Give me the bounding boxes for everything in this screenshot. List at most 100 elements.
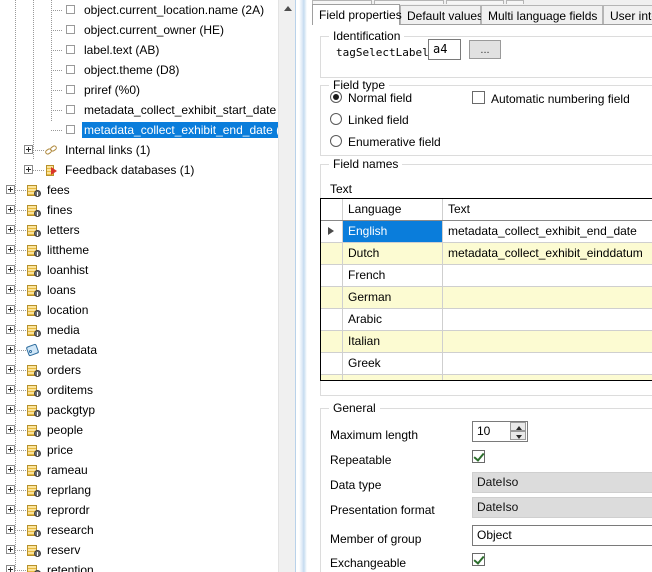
cell-text[interactable]: [443, 265, 652, 286]
spinner-maximum-length[interactable]: [510, 422, 526, 441]
expand-icon[interactable]: [6, 545, 15, 554]
expand-icon[interactable]: [6, 285, 15, 294]
tree-row[interactable]: label.text (AB): [0, 40, 295, 60]
tree-row[interactable]: rameau: [0, 460, 295, 480]
field-checkbox[interactable]: [66, 65, 75, 74]
tree-row[interactable]: letters: [0, 220, 295, 240]
expand-icon[interactable]: [24, 165, 33, 174]
expand-icon[interactable]: [6, 445, 15, 454]
expand-icon[interactable]: [6, 305, 15, 314]
expand-icon[interactable]: [6, 225, 15, 234]
table-row[interactable]: English metadata_collect_exhibit_end_date: [321, 221, 652, 243]
tree-row[interactable]: littheme: [0, 240, 295, 260]
expand-icon[interactable]: [6, 245, 15, 254]
table-row[interactable]: Arabic: [321, 309, 652, 331]
tab-user-interface[interactable]: User interfa: [603, 5, 652, 25]
table-row[interactable]: Greek: [321, 353, 652, 375]
cell-text[interactable]: metadata_collect_exhibit_end_date: [443, 221, 652, 242]
tree-row[interactable]: research: [0, 520, 295, 540]
cell-language[interactable]: Greek: [343, 353, 443, 374]
cell-text[interactable]: [443, 331, 652, 352]
tag-select-label-input[interactable]: a4: [428, 39, 461, 60]
tree-row[interactable]: Internal links (1): [0, 140, 295, 160]
field-checkbox[interactable]: [66, 105, 75, 114]
cell-text[interactable]: [443, 309, 652, 330]
tree-row[interactable]: fines: [0, 200, 295, 220]
field-checkbox[interactable]: [66, 5, 75, 14]
field-checkbox[interactable]: [66, 125, 75, 134]
tree-row[interactable]: metadata_collect_exhibit_end_date (a4): [0, 120, 295, 140]
expand-icon[interactable]: [6, 525, 15, 534]
table-row[interactable]: French: [321, 265, 652, 287]
radio-enumerative-field[interactable]: [330, 135, 342, 147]
tree-row[interactable]: price: [0, 440, 295, 460]
tree-row[interactable]: packgtyp: [0, 400, 295, 420]
expand-icon[interactable]: [6, 465, 15, 474]
cell-text[interactable]: metadata_collect_exhibit_einddatum: [443, 243, 652, 264]
tree-row[interactable]: metadata_collect_exhibit_start_date (a3): [0, 100, 295, 120]
tree-row[interactable]: loans: [0, 280, 295, 300]
radio-normal-field[interactable]: [330, 91, 342, 103]
tree-row[interactable]: location: [0, 300, 295, 320]
tree-row[interactable]: orditems: [0, 380, 295, 400]
field-names-grid[interactable]: Language Text English metadata_collect_ex…: [320, 198, 652, 381]
cell-language[interactable]: Arabic: [343, 309, 443, 330]
tree-row[interactable]: object.current_owner (HE): [0, 20, 295, 40]
tab-default-values[interactable]: Default values: [400, 5, 483, 25]
tree-row[interactable]: reprordr: [0, 500, 295, 520]
tree-row[interactable]: metadata: [0, 340, 295, 360]
cell-language[interactable]: Dutch: [343, 243, 443, 264]
expand-icon[interactable]: [6, 485, 15, 494]
table-row[interactable]: Dutch metadata_collect_exhibit_einddatum: [321, 243, 652, 265]
tree-row[interactable]: object.theme (D8): [0, 60, 295, 80]
checkbox-repeatable[interactable]: [472, 450, 485, 463]
cell-language[interactable]: Italian: [343, 331, 443, 352]
expand-icon[interactable]: [6, 325, 15, 334]
tree-row[interactable]: Feedback databases (1): [0, 160, 295, 180]
expand-icon[interactable]: [6, 425, 15, 434]
expand-icon[interactable]: [6, 185, 15, 194]
checkbox-exchangeable[interactable]: [472, 553, 485, 566]
panel-splitter[interactable]: [295, 0, 312, 572]
checkbox-automatic-numbering[interactable]: [472, 91, 485, 104]
cell-language[interactable]: French: [343, 265, 443, 286]
tag-browse-button[interactable]: ...: [469, 40, 501, 59]
splitter-grip[interactable]: [299, 0, 307, 572]
expand-icon[interactable]: [6, 565, 15, 572]
expand-icon[interactable]: [6, 405, 15, 414]
tab-field-properties[interactable]: Field properties: [312, 4, 402, 25]
tree-row[interactable]: retention: [0, 560, 295, 572]
tree-row[interactable]: reprlang: [0, 480, 295, 500]
expand-icon[interactable]: [6, 365, 15, 374]
field-checkbox[interactable]: [66, 25, 75, 34]
cell-language[interactable]: German: [343, 287, 443, 308]
expand-icon[interactable]: [6, 385, 15, 394]
cell-language[interactable]: [343, 375, 443, 380]
cell-text[interactable]: [443, 375, 652, 380]
tree-vertical-scrollbar[interactable]: [278, 0, 296, 572]
expand-icon[interactable]: [6, 345, 15, 354]
tree-row[interactable]: object.current_location.name (2A): [0, 0, 295, 20]
radio-linked-field[interactable]: [330, 113, 342, 125]
table-row[interactable]: German: [321, 287, 652, 309]
field-checkbox[interactable]: [66, 85, 75, 94]
tree-row[interactable]: reserv: [0, 540, 295, 560]
expand-icon[interactable]: [6, 505, 15, 514]
table-row[interactable]: [321, 375, 652, 380]
tab-multi-language-fields[interactable]: Multi language fields: [481, 5, 603, 25]
expand-icon[interactable]: [6, 265, 15, 274]
tree-row[interactable]: fees: [0, 180, 295, 200]
scroll-up-arrow-icon[interactable]: [279, 0, 296, 17]
tree-row[interactable]: people: [0, 420, 295, 440]
spinner-up-icon[interactable]: [510, 422, 526, 431]
tree-row[interactable]: priref (%0): [0, 80, 295, 100]
tree-row[interactable]: orders: [0, 360, 295, 380]
tree-row[interactable]: media: [0, 320, 295, 340]
cell-language[interactable]: English: [343, 221, 443, 242]
cell-text[interactable]: [443, 353, 652, 374]
table-row[interactable]: Italian: [321, 331, 652, 353]
input-member-of-group[interactable]: Object: [472, 525, 652, 546]
spinner-down-icon[interactable]: [510, 431, 526, 440]
cell-text[interactable]: [443, 287, 652, 308]
tree-row[interactable]: loanhist: [0, 260, 295, 280]
